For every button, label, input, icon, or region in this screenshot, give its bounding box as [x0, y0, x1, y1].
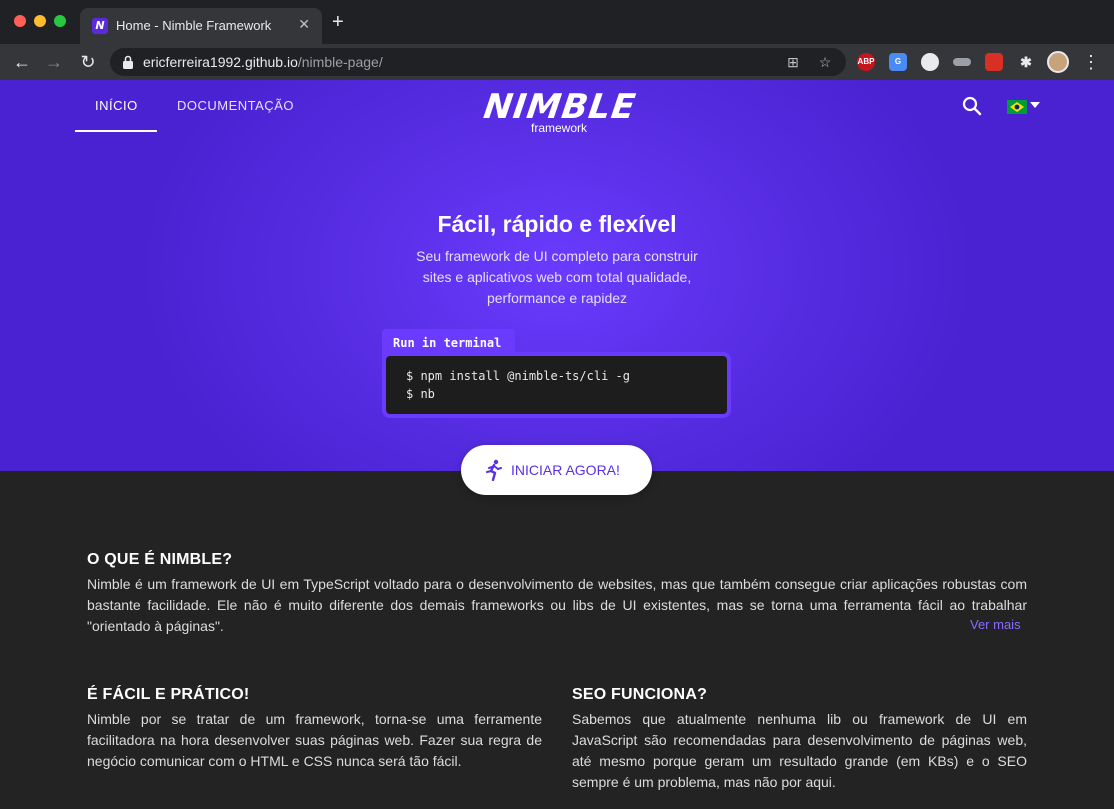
tab-title: Home - Nimble Framework — [116, 18, 272, 33]
brazil-flag-icon[interactable] — [1007, 100, 1027, 114]
section-title-seo: SEO FUNCIONA? — [572, 686, 708, 703]
extension-circle-icon[interactable] — [921, 53, 939, 71]
search-icon[interactable] — [962, 96, 982, 116]
extension-red-icon[interactable] — [985, 53, 1003, 71]
google-translate-extension-icon[interactable]: G — [889, 53, 907, 71]
lock-icon — [123, 55, 133, 69]
bookmark-star-icon[interactable]: ☆ — [816, 53, 834, 71]
terminal-line: $ npm install @nimble-ts/cli -g — [406, 369, 630, 383]
hero-section: INÍCIO DOCUMENTAÇÃO NIMBLE framework Fác… — [0, 80, 1114, 471]
nav-item-inicio[interactable]: INÍCIO — [95, 98, 138, 113]
browser-menu-icon[interactable]: ⋮ — [1082, 50, 1100, 74]
nav-item-documentacao[interactable]: DOCUMENTAÇÃO — [177, 98, 294, 113]
top-nav: INÍCIO DOCUMENTAÇÃO NIMBLE framework — [0, 80, 1114, 135]
maximize-window-button[interactable] — [54, 15, 66, 27]
browser-chrome: N Home - Nimble Framework ✕ + ← → ↻ eric… — [0, 0, 1114, 80]
minimize-window-button[interactable] — [34, 15, 46, 27]
reload-icon[interactable]: ↻ — [76, 50, 100, 74]
browser-tab[interactable]: N Home - Nimble Framework ✕ — [80, 8, 322, 44]
section-text-what-is: Nimble é um framework de UI em TypeScrip… — [87, 576, 1027, 634]
browser-toolbar: ← → ↻ ericferreira1992.github.io/nimble-… — [0, 44, 1114, 80]
extensions-puzzle-icon[interactable]: ✱ — [1017, 53, 1035, 71]
translate-icon[interactable]: ⊞ — [784, 53, 802, 71]
hero-title: Fácil, rápido e flexível — [437, 211, 677, 237]
nav-active-indicator — [75, 130, 157, 132]
terminal-body[interactable]: $ npm install @nimble-ts/cli -g $ nb — [386, 356, 727, 414]
url-path: /nimble-page/ — [297, 54, 383, 70]
forward-arrow-icon[interactable]: → — [42, 50, 66, 74]
tab-bar: N Home - Nimble Framework ✕ + — [0, 0, 1114, 44]
back-arrow-icon[interactable]: ← — [10, 50, 34, 74]
section-text-easy: Nimble por se tratar de um framework, to… — [87, 711, 542, 769]
section-title-easy: É FÁCIL E PRÁTICO! — [87, 686, 250, 703]
section-text-seo: Sabemos que atualmente nenhuma lib ou fr… — [572, 711, 1027, 790]
start-now-label: INICIAR AGORA! — [511, 462, 620, 478]
url-text: ericferreira1992.github.io/nimble-page/ — [143, 54, 383, 70]
url-host: ericferreira1992.github.io — [143, 54, 298, 70]
close-window-button[interactable] — [14, 15, 26, 27]
nimble-favicon-icon: N — [92, 18, 108, 34]
running-person-icon — [486, 459, 502, 481]
caret-down-icon[interactable] — [1030, 102, 1040, 108]
new-tab-icon[interactable]: + — [332, 12, 344, 32]
adblock-extension-icon[interactable]: ABP — [857, 53, 875, 71]
terminal-line: $ nb — [406, 387, 435, 401]
section-title-what-is: O QUE É NIMBLE? — [87, 551, 233, 568]
terminal-box: $ npm install @nimble-ts/cli -g $ nb — [382, 352, 731, 418]
profile-avatar[interactable] — [1047, 51, 1069, 73]
address-bar[interactable]: ericferreira1992.github.io/nimble-page/ … — [110, 48, 846, 76]
start-now-button[interactable]: INICIAR AGORA! — [461, 445, 652, 495]
page-content: INÍCIO DOCUMENTAÇÃO NIMBLE framework Fác… — [0, 80, 1114, 809]
nimble-logo[interactable]: NIMBLE framework — [481, 87, 639, 140]
extension-bar-icon[interactable] — [953, 58, 971, 66]
close-tab-icon[interactable]: ✕ — [298, 16, 310, 33]
see-more-link[interactable]: Ver mais — [970, 617, 1021, 632]
hero-subtitle: Seu framework de UI completo para constr… — [416, 248, 698, 306]
logo-wordmark: NIMBLE — [481, 87, 639, 127]
